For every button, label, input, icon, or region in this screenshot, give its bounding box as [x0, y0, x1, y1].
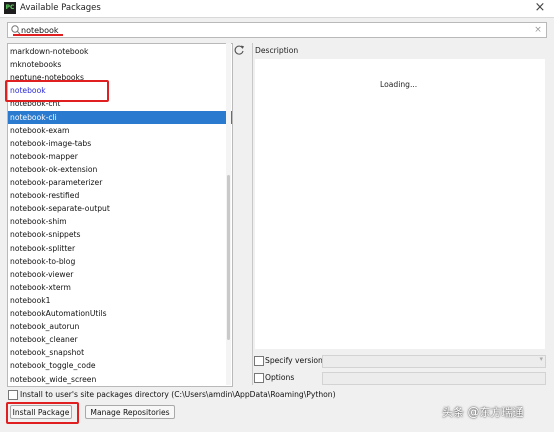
package-list-item[interactable]: notebook_cleaner	[8, 333, 232, 346]
install-annotation-box	[6, 402, 79, 424]
package-list-scrollbar[interactable]	[226, 43, 231, 385]
package-list-item[interactable]: notebook-image-tabs	[8, 137, 232, 150]
package-list-item[interactable]: notebook_toggle_code	[8, 359, 232, 372]
options-input[interactable]	[322, 372, 546, 385]
scrollbar-thumb[interactable]	[227, 175, 230, 340]
clear-icon[interactable]: ×	[533, 24, 543, 36]
notebook-annotation-box	[5, 80, 109, 102]
install-user-site-label: Install to user's site packages director…	[20, 390, 336, 399]
package-list-item[interactable]: notebook-restified	[8, 189, 232, 202]
options-checkbox[interactable]	[254, 373, 264, 383]
search-annotation-underline	[13, 34, 63, 36]
package-list-item[interactable]: notebook-shim	[8, 215, 232, 228]
refresh-icon[interactable]	[233, 44, 245, 56]
watermark: 头条 @东方瑞通	[442, 404, 524, 420]
title-bar: PC Available Packages ×	[0, 0, 554, 18]
manage-repositories-button[interactable]: Manage Repositories	[85, 405, 175, 419]
window-title: Available Packages	[20, 3, 101, 13]
package-list-item[interactable]: notebook-to-blog	[8, 255, 232, 268]
package-list-item[interactable]: notebook_wide_screen	[8, 373, 232, 386]
package-list-item[interactable]: mknotebooks	[8, 58, 232, 71]
package-list-item[interactable]: notebook-separate-output	[8, 202, 232, 215]
search-input[interactable]	[21, 23, 521, 37]
package-list-item[interactable]: notebook-snippets	[8, 228, 232, 241]
package-list-item[interactable]: notebook-mapper	[8, 150, 232, 163]
search-box[interactable]: ×	[7, 22, 547, 38]
options-label: Options	[265, 373, 295, 382]
watermark-prefix: 头条	[442, 406, 464, 419]
chevron-down-icon: ▾	[539, 355, 543, 363]
package-list-item[interactable]: notebook_autorun	[8, 320, 232, 333]
specify-version-label: Specify version	[265, 356, 323, 365]
package-list-item[interactable]: notebook-ok-extension	[8, 163, 232, 176]
details-panel: Description Loading...	[252, 43, 547, 385]
package-list-item[interactable]: markdown-notebook	[8, 45, 232, 58]
description-label: Description	[255, 46, 299, 55]
package-list-item[interactable]: notebook-parameterizer	[8, 176, 232, 189]
pycharm-icon: PC	[4, 2, 16, 14]
package-list-item[interactable]: notebook-splitter	[8, 242, 232, 255]
loading-status: Loading...	[380, 80, 418, 89]
watermark-name: 东方瑞通	[479, 406, 524, 419]
package-list-item[interactable]: notebook_snapshot	[8, 346, 232, 359]
package-list-item[interactable]: notebook-cli	[8, 110, 232, 124]
package-list-item[interactable]: notebook-exam	[8, 124, 232, 137]
specify-version-checkbox[interactable]	[254, 356, 264, 366]
version-select[interactable]: ▾	[322, 355, 546, 368]
close-icon[interactable]: ×	[530, 0, 550, 16]
package-list-item[interactable]: notebook-xterm	[8, 281, 232, 294]
description-area: Loading...	[255, 59, 545, 349]
watermark-at: @	[467, 405, 480, 419]
package-list-item[interactable]: notebook-viewer	[8, 268, 232, 281]
install-user-site-checkbox[interactable]	[8, 390, 18, 400]
package-list-item[interactable]: notebook1	[8, 294, 232, 307]
package-list-item[interactable]: notebookAutomationUtils	[8, 307, 232, 320]
